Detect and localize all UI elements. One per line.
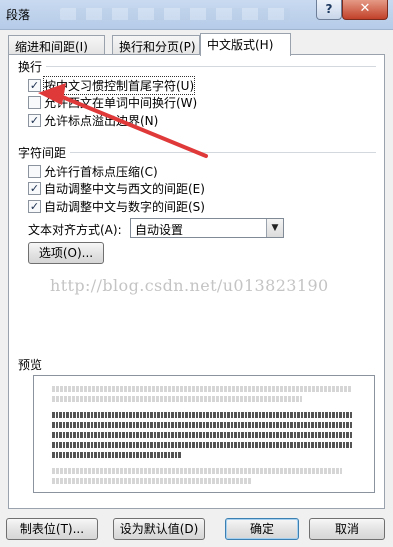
line-break-group-title: 换行 <box>18 60 43 74</box>
checkbox-label-control-first-last-chars[interactable]: 按中文习惯控制首尾字符(U) <box>42 76 196 95</box>
chevron-down-icon[interactable]: ▼ <box>266 219 283 237</box>
preview-line <box>52 478 252 484</box>
text-alignment-select[interactable]: 自动设置 ▼ <box>130 218 284 238</box>
checkbox-control-first-last-chars[interactable]: ✓ <box>28 79 41 92</box>
group-divider <box>46 66 376 67</box>
char-spacing-group-title: 字符间距 <box>18 146 67 160</box>
preview-box <box>33 375 375 493</box>
preview-line <box>52 396 302 402</box>
cancel-button[interactable]: 取消 <box>309 518 385 540</box>
checkbox-label-auto-space-cjk-latin[interactable]: 自动调整中文与西文的间距(E) <box>44 180 205 197</box>
checkbox-label-allow-punct-overflow[interactable]: 允许标点溢出边界(N) <box>44 112 158 129</box>
watermark-text: http://blog.csdn.net/u013823190 <box>50 276 329 295</box>
checkbox-auto-space-cjk-number[interactable]: ✓ <box>28 200 41 213</box>
preview-line <box>52 468 342 474</box>
set-default-button[interactable]: 设为默认值(D) <box>113 518 205 540</box>
checkbox-label-auto-space-cjk-number[interactable]: 自动调整中文与数字的间距(S) <box>44 198 205 215</box>
tab-indents-and-spacing[interactable]: 缩进和间距(I) <box>8 35 105 55</box>
checkbox-label-allow-word-wrap[interactable]: 允许西文在单词中间换行(W) <box>44 94 197 111</box>
window-title: 段落 <box>6 8 31 22</box>
checkbox-compress-leading-punct[interactable] <box>28 165 41 178</box>
checkbox-label-compress-leading-punct[interactable]: 允许行首标点压缩(C) <box>44 163 158 180</box>
checkbox-allow-word-wrap[interactable] <box>28 96 41 109</box>
help-button[interactable]: ? <box>316 0 342 20</box>
checkbox-allow-punct-overflow[interactable]: ✓ <box>28 114 41 127</box>
text-alignment-label: 文本对齐方式(A): <box>28 223 122 237</box>
tab-asian-typography[interactable]: 中文版式(H) <box>200 33 291 56</box>
title-bar-background <box>60 8 290 20</box>
preview-line <box>52 442 352 448</box>
tab-line-and-page-breaks[interactable]: 换行和分页(P) <box>112 35 200 55</box>
preview-line <box>52 386 352 392</box>
checkbox-auto-space-cjk-latin[interactable]: ✓ <box>28 182 41 195</box>
preview-line <box>52 412 352 418</box>
tab-stops-button[interactable]: 制表位(T)... <box>6 518 98 540</box>
preview-line <box>52 452 182 458</box>
close-button[interactable]: ✕ <box>342 0 388 20</box>
preview-line <box>52 432 352 438</box>
options-button[interactable]: 选项(O)... <box>28 242 104 264</box>
ok-button[interactable]: 确定 <box>225 518 299 540</box>
text-alignment-value: 自动设置 <box>135 223 184 237</box>
preview-line <box>52 422 352 428</box>
preview-title: 预览 <box>18 358 43 372</box>
group-divider <box>70 152 376 153</box>
